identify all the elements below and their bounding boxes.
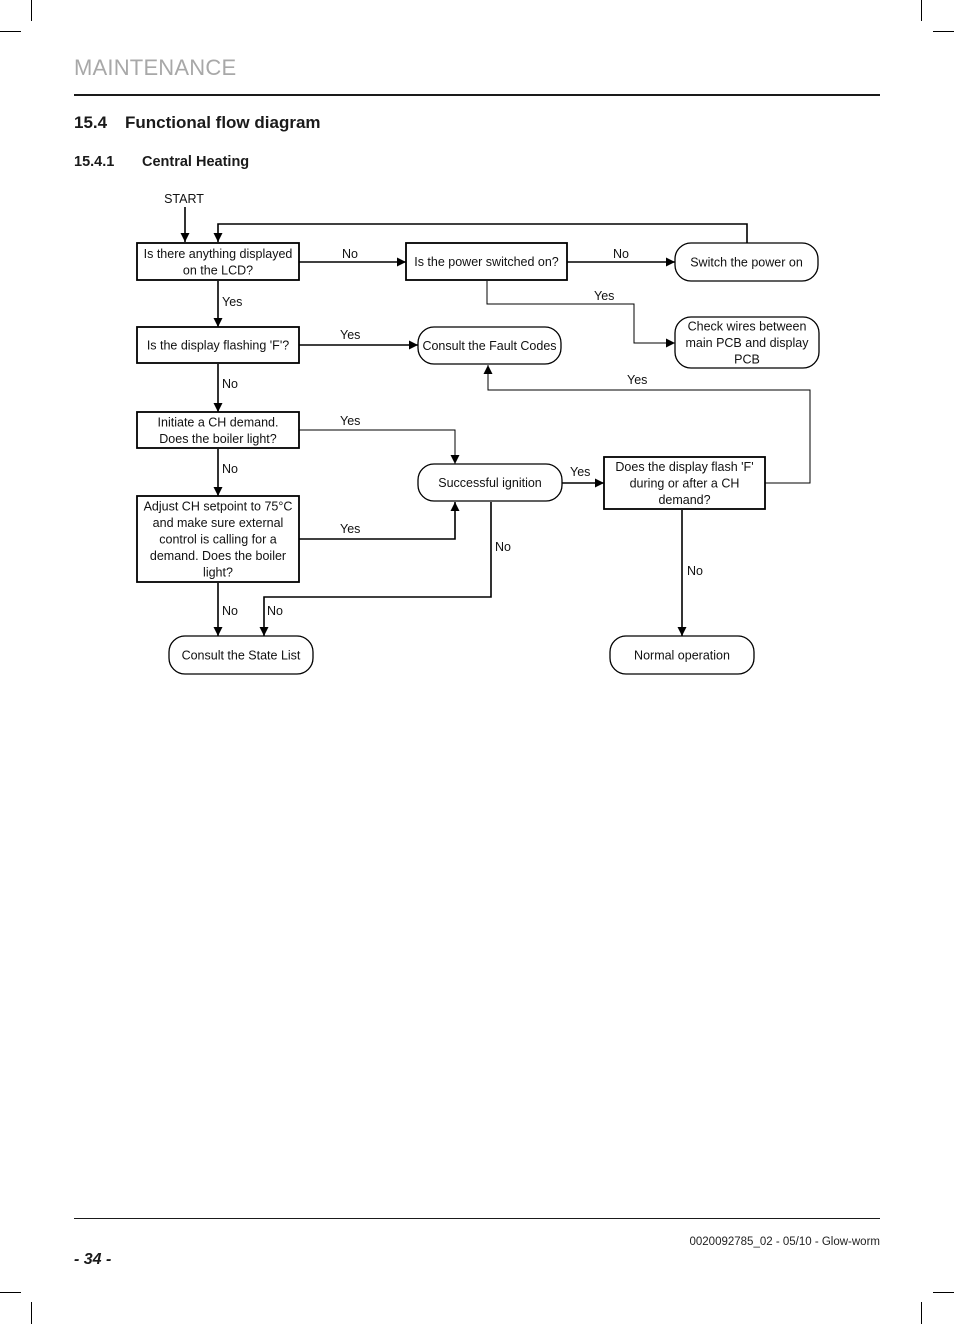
edge-label: Yes xyxy=(222,295,242,309)
crop-mark xyxy=(921,1302,922,1324)
edge-label: No xyxy=(222,377,238,391)
node-text: main PCB and display xyxy=(686,336,810,350)
page-number: - 34 - xyxy=(74,1251,112,1268)
node-text: Is there anything displayed xyxy=(144,247,293,261)
node-fault-codes: Consult the Fault Codes xyxy=(417,326,562,365)
node-lcd-displayed: Is there anything displayed on the LCD? xyxy=(136,242,300,281)
crop-mark xyxy=(31,1302,32,1324)
edge-label: No xyxy=(222,604,238,618)
node-normal-op: Normal operation xyxy=(609,635,755,675)
node-text: Is the display flashing 'F'? xyxy=(147,339,289,353)
flow-diagram: START No No Yes Yes Yes No Yes No Yes No… xyxy=(136,192,820,675)
node-text: Normal operation xyxy=(634,649,730,663)
node-text: and make sure external xyxy=(153,516,284,530)
node-switch-power: Switch the power on xyxy=(674,242,819,282)
edge-label: Yes xyxy=(570,465,590,479)
node-text: Check wires between xyxy=(688,320,807,334)
node-text: Successful ignition xyxy=(438,476,542,490)
edge-label: Yes xyxy=(340,328,360,342)
node-flashing-f: Is the display flashing 'F'? xyxy=(136,326,300,364)
edge-label: No xyxy=(687,564,703,578)
edge-adjust-yes xyxy=(299,502,460,540)
edge-label: Yes xyxy=(340,522,360,536)
node-adjust-ch: Adjust CH setpoint to 75°C and make sure … xyxy=(136,495,300,583)
edge-label: Yes xyxy=(340,414,360,428)
edge-label: No xyxy=(267,604,283,618)
node-flash-after: Does the display flash 'F' during or afte… xyxy=(603,456,766,510)
crop-mark xyxy=(0,1292,21,1293)
node-initiate-ch: Initiate a CH demand. Does the boiler lig… xyxy=(136,411,300,449)
node-text: PCB xyxy=(734,353,760,367)
edge-label: Yes xyxy=(627,373,647,387)
node-text: Adjust CH setpoint to 75°C xyxy=(144,500,293,514)
crop-mark xyxy=(933,1292,954,1293)
node-text: Does the boiler light? xyxy=(159,432,276,446)
node-text: during or after a CH xyxy=(630,477,740,491)
edge-label: No xyxy=(495,540,511,554)
node-text: Consult the State List xyxy=(182,649,301,663)
edge-label: No xyxy=(613,247,629,261)
node-text: Is the power switched on? xyxy=(414,255,559,269)
edge-switch-power-loop xyxy=(213,223,748,243)
node-text: Does the display flash 'F' xyxy=(615,460,753,474)
node-text: Consult the Fault Codes xyxy=(422,339,556,353)
node-power-on: Is the power switched on? xyxy=(405,242,568,281)
document-reference: 0020092785_02 - 05/10 - Glow-worm xyxy=(689,1236,880,1248)
node-text: demand? xyxy=(658,493,710,507)
edge-label: No xyxy=(222,462,238,476)
start-label: START xyxy=(164,192,204,206)
node-check-wires: Check wires between main PCB and display P… xyxy=(674,316,820,369)
node-state-list: Consult the State List xyxy=(168,635,314,675)
node-text: Switch the power on xyxy=(690,256,803,270)
node-text: Initiate a CH demand. xyxy=(158,415,279,429)
node-text: on the LCD? xyxy=(183,263,253,277)
footer-divider xyxy=(74,1218,880,1219)
node-ignition: Successful ignition xyxy=(417,463,563,502)
node-text: demand. Does the boiler xyxy=(150,549,286,563)
edge-label: Yes xyxy=(594,289,614,303)
node-text: light? xyxy=(203,566,233,580)
node-text: control is calling for a xyxy=(159,533,276,547)
edge-initiate-yes xyxy=(299,429,460,464)
edge-label: No xyxy=(342,247,358,261)
